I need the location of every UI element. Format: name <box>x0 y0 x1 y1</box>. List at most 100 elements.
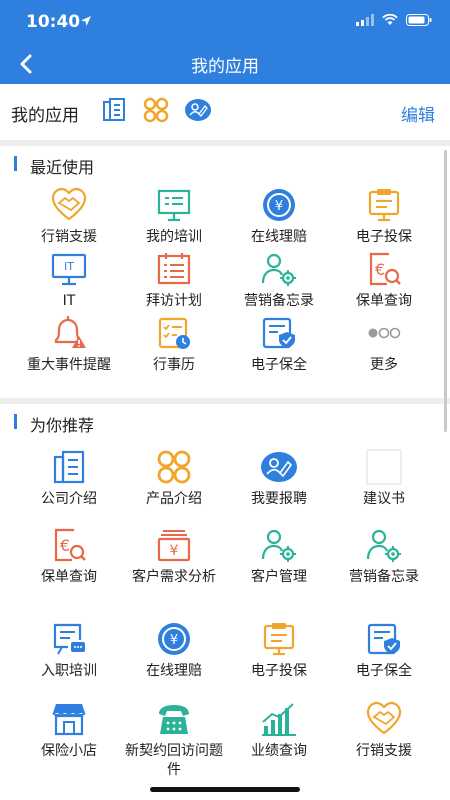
app-tile-training-board[interactable]: 我的培训 <box>121 186 227 247</box>
four-rings-icon[interactable] <box>142 96 170 124</box>
app-tile-shop[interactable]: 保险小店 <box>16 700 122 761</box>
home-indicator[interactable] <box>150 787 300 792</box>
app-tile-label: 产品介绍 <box>146 491 202 507</box>
four-rings-icon <box>155 448 193 486</box>
app-tile-label: 电子保全 <box>251 357 307 373</box>
app-tile-label: IT <box>62 293 76 309</box>
building-doc-icon <box>50 448 88 486</box>
app-tile-blank-square[interactable]: 建议书 <box>331 448 437 509</box>
app-tile-policy-search[interactable]: € 保单查询 <box>331 250 437 311</box>
app-tile-clipboard-monitor[interactable]: 电子投保 <box>226 620 332 681</box>
app-tile-label: 电子投保 <box>251 663 307 679</box>
telephone-icon <box>155 700 193 738</box>
shop-icon <box>50 700 88 738</box>
scrollbar[interactable] <box>444 150 447 432</box>
recommend-section-title: 为你推荐 <box>14 412 94 436</box>
app-tile-apply-pen[interactable]: 我要报聘 <box>226 448 332 509</box>
doc-shield-icon <box>260 314 298 352</box>
claims-coin-icon: ¥ <box>155 620 193 658</box>
edit-button[interactable]: 编辑 <box>401 101 435 126</box>
my-apps-shortcuts <box>100 96 212 124</box>
app-tile-label: 我要报聘 <box>251 491 307 507</box>
cellular-signal-icon <box>356 14 374 26</box>
app-tile-users-gear[interactable]: 营销备忘录 <box>331 526 437 587</box>
alarm-bell-icon <box>50 314 88 352</box>
app-tile-four-rings[interactable]: 产品介绍 <box>121 448 227 509</box>
app-tile-label: 公司介绍 <box>41 491 97 507</box>
app-tile-visit-plan[interactable]: 拜访计划 <box>121 250 227 311</box>
wifi-icon <box>382 14 398 25</box>
app-tile-label: 在线理赔 <box>251 229 307 245</box>
app-tile-label: 新契约回访问题件 <box>125 743 223 778</box>
app-tile-clipboard-monitor[interactable]: 电子投保 <box>331 186 437 247</box>
app-tile-claims-coin[interactable]: ¥ 在线理赔 <box>226 186 332 247</box>
visit-plan-icon <box>155 250 193 288</box>
app-tile-claims-coin[interactable]: ¥ 在线理赔 <box>121 620 227 681</box>
app-tile-doc-shield[interactable]: 电子保全 <box>226 314 332 375</box>
location-arrow-icon <box>81 16 91 26</box>
claims-coin-icon: ¥ <box>260 186 298 224</box>
app-tile-calendar-checklist[interactable]: 行事历 <box>121 314 227 375</box>
app-tile-label: 在线理赔 <box>146 663 202 679</box>
app-tile-alarm-bell[interactable]: 重大事件提醒 <box>16 314 122 375</box>
handshake-icon <box>50 186 88 224</box>
status-indicators <box>356 14 432 26</box>
app-tile-telephone[interactable]: 新契约回访问题件 <box>121 700 227 780</box>
app-tile-label: 客户需求分析 <box>132 569 216 585</box>
status-time: 10:40 <box>26 12 81 32</box>
clipboard-monitor-icon <box>365 186 403 224</box>
users-gear-icon <box>365 526 403 564</box>
recent-section: 最近使用 行销支援 我的培训 ¥ 在线理赔 电子投保 IT IT 拜访计划 营销备忘录 € 保单查询… <box>0 146 450 398</box>
app-tile-label: 保险小店 <box>41 743 97 759</box>
my-apps-bar: 我的应用 编辑 <box>0 84 450 140</box>
app-tile-it-monitor[interactable]: IT IT <box>16 250 122 311</box>
doc-shield-icon <box>365 620 403 658</box>
svg-text:¥: ¥ <box>275 199 283 214</box>
app-tile-handshake[interactable]: 行销支援 <box>331 700 437 761</box>
yen-box-icon: ¥ <box>155 526 193 564</box>
users-gear-icon <box>260 250 298 288</box>
training-board-icon <box>155 186 193 224</box>
users-gear-icon <box>260 526 298 564</box>
clipboard-monitor-icon <box>260 620 298 658</box>
svg-text:¥: ¥ <box>170 633 178 648</box>
app-tile-doc-shield[interactable]: 电子保全 <box>331 620 437 681</box>
apply-pen-icon[interactable] <box>184 96 212 124</box>
app-tile-label: 我的培训 <box>146 229 202 245</box>
app-tile-users-gear[interactable]: 营销备忘录 <box>226 250 332 311</box>
app-tile-label: 业绩查询 <box>251 743 307 759</box>
svg-text:IT: IT <box>64 260 74 273</box>
app-tile-yen-box[interactable]: ¥ 客户需求分析 <box>121 526 227 587</box>
app-tile-policy-search[interactable]: € 保单查询 <box>16 526 122 587</box>
app-tile-label: 入职培训 <box>41 663 97 679</box>
svg-text:€: € <box>375 260 385 279</box>
building-doc-icon[interactable] <box>100 96 128 124</box>
app-tile-label: 建议书 <box>363 491 405 507</box>
app-tile-label: 保单查询 <box>41 569 97 585</box>
app-tile-users-gear[interactable]: 客户管理 <box>226 526 332 587</box>
it-monitor-icon: IT <box>50 250 88 288</box>
nav-bar: 我的应用 <box>0 44 450 84</box>
app-tile-bar-chart[interactable]: 业绩查询 <box>226 700 332 761</box>
svg-text:¥: ¥ <box>170 543 179 559</box>
status-bar: 10:40 <box>0 0 450 44</box>
app-tile-label: 行事历 <box>153 357 195 373</box>
app-tile-label: 拜访计划 <box>146 293 202 309</box>
app-tile-label: 营销备忘录 <box>349 569 419 585</box>
app-tile-building-doc[interactable]: 公司介绍 <box>16 448 122 509</box>
svg-text:€: € <box>60 536 70 555</box>
policy-search-icon: € <box>365 250 403 288</box>
my-apps-label: 我的应用 <box>11 106 79 126</box>
app-tile-label: 客户管理 <box>251 569 307 585</box>
app-tile-label: 行销支援 <box>356 743 412 759</box>
app-tile-handshake[interactable]: 行销支援 <box>16 186 122 247</box>
bar-chart-icon <box>260 700 298 738</box>
recommend-section: 为你推荐 公司介绍 产品介绍 我要报聘 建议书 € 保单查询 ¥ 客户需求分析 客户管理 营销备忘… <box>0 404 450 800</box>
app-tile-more-dots[interactable]: 更多 <box>331 314 437 375</box>
app-tile-onboard-board[interactable]: 入职培训 <box>16 620 122 681</box>
more-dots-icon <box>365 314 403 352</box>
app-tile-label: 重大事件提醒 <box>27 357 111 373</box>
page-title: 我的应用 <box>191 57 259 77</box>
battery-icon <box>406 14 432 26</box>
calendar-checklist-icon <box>155 314 193 352</box>
